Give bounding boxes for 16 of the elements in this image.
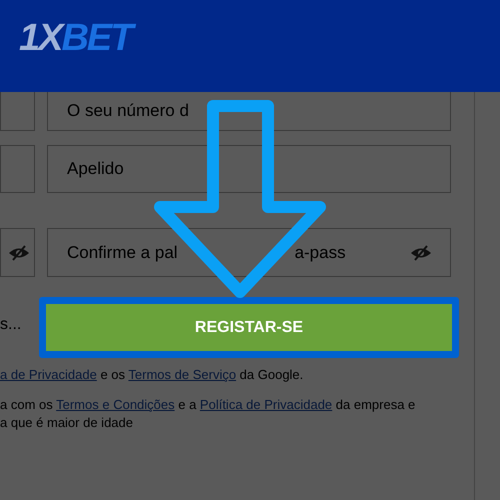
field-label: s... bbox=[0, 316, 22, 335]
nickname-field[interactable]: Apelido bbox=[47, 145, 451, 193]
hide-password-icon[interactable] bbox=[8, 244, 30, 262]
form-field[interactable] bbox=[0, 92, 35, 131]
form-field[interactable] bbox=[0, 228, 35, 277]
policy-link[interactable]: Política de Privacidade bbox=[200, 397, 332, 412]
hide-password-icon[interactable] bbox=[410, 244, 432, 262]
form-field[interactable] bbox=[0, 145, 35, 193]
phone-number-field[interactable]: O seu número d bbox=[47, 92, 451, 131]
consent-text: a com os Termos e Condições e a Política de Privacidade da empresa e a que é maior de idade bbox=[0, 396, 416, 432]
register-button[interactable]: REGISTAR-SE bbox=[39, 297, 459, 358]
confirm-password-field[interactable]: Confirme a pal a-pass bbox=[47, 228, 451, 277]
policy-link[interactable]: Termos e Condições bbox=[56, 397, 175, 412]
consent-text: a de Privacidade e os Termos de Serviço da Google. bbox=[0, 366, 304, 384]
policy-link[interactable]: a de Privacidade bbox=[0, 367, 97, 382]
policy-link[interactable]: Termos de Serviço bbox=[128, 367, 236, 382]
